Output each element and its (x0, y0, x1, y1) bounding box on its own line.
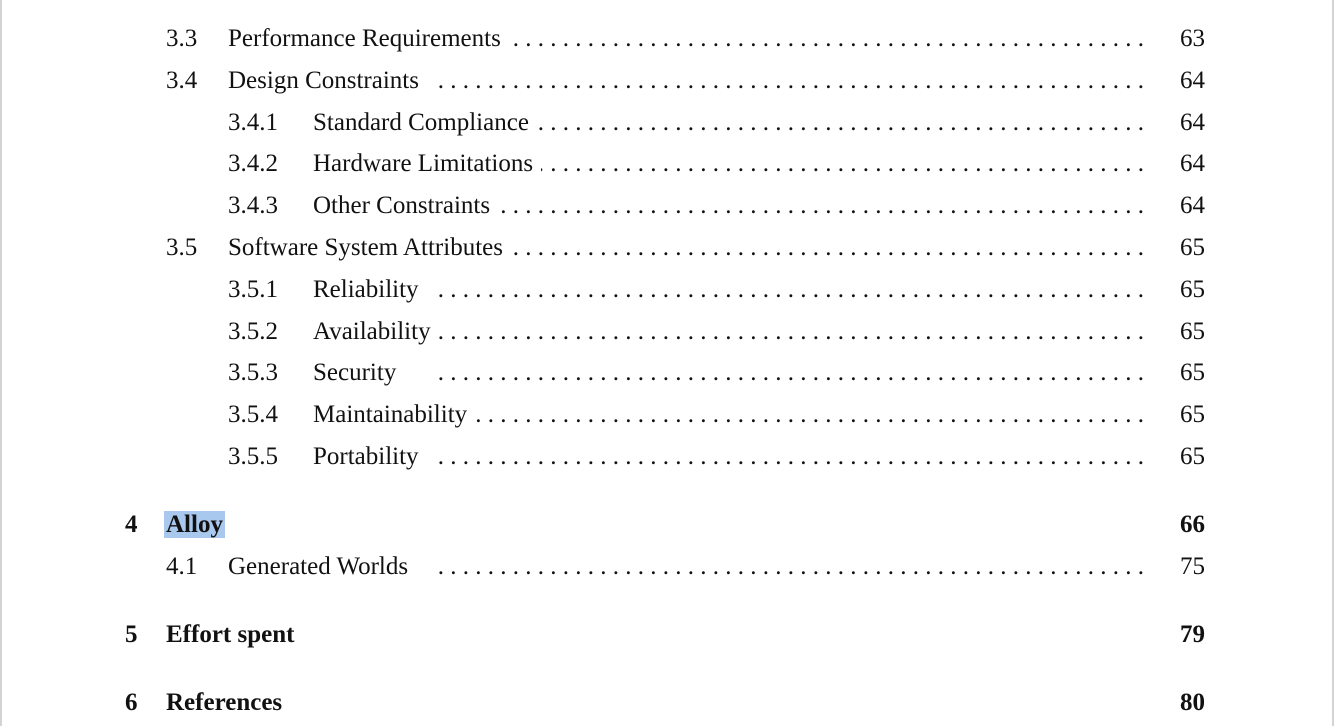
toc-entry-number: 3.5.5 (228, 443, 278, 470)
toc-entry-number: 3.5.2 (228, 318, 278, 345)
toc-chapter-page: 66 (1180, 511, 1205, 538)
toc-entry-page: 65 (1180, 276, 1205, 303)
toc-chapter-title[interactable]: Alloy (164, 509, 225, 541)
toc-entry-3-4[interactable]: 3.4 Design Constraints . . . . . . . . .… (0, 65, 1334, 97)
toc-entry-number: 3.4.3 (228, 192, 278, 219)
toc-chapter-6[interactable]: 6 References 80 (0, 687, 1334, 719)
toc-entry-3-5-4[interactable]: 3.5.4 Maintainability . . . . . . . . . … (0, 399, 1334, 431)
toc-entry-title[interactable]: Hardware Limitations (313, 148, 542, 180)
toc-entry-3-4-2[interactable]: 3.4.2 Hardware Limitations . . . . . . .… (0, 148, 1334, 180)
toc-entry-page: 65 (1180, 401, 1205, 428)
toc-entry-number: 3.4.2 (228, 150, 278, 177)
toc-chapter-page: 79 (1180, 621, 1205, 648)
toc-entry-number: 3.4.1 (228, 109, 278, 136)
toc-entry-3-5-1[interactable]: 3.5.1 Reliability . . . . . . . . . . . … (0, 274, 1334, 306)
toc-entry-4-1[interactable]: 4.1 Generated Worlds . . . . . . . . . .… (0, 551, 1334, 583)
toc-entry-page: 64 (1180, 109, 1205, 136)
toc-chapter-number: 6 (125, 689, 138, 716)
toc-entry-title[interactable]: Design Constraints (228, 65, 427, 97)
toc-entry-3-5-5[interactable]: 3.5.5 Portability . . . . . . . . . . . … (0, 441, 1334, 473)
toc-entry-title[interactable]: Availability (313, 316, 439, 348)
toc-entry-page: 64 (1180, 192, 1205, 219)
toc-entry-title[interactable]: Other Constraints (313, 190, 499, 222)
toc-entry-page: 65 (1180, 443, 1205, 470)
toc-chapter-title[interactable]: Effort spent (166, 619, 303, 651)
toc-chapter-number: 4 (125, 511, 138, 538)
dot-leader: . . . . . . . . . . . . . . . . . . . . … (437, 443, 1144, 470)
toc-entry-page: 63 (1180, 25, 1205, 52)
toc-entry-title[interactable]: Reliability (313, 274, 427, 306)
dot-leader: . . . . . . . . . . . . . . . . . . . . … (437, 359, 1144, 386)
toc-entry-3-4-1[interactable]: 3.4.1 Standard Compliance . . . . . . . … (0, 107, 1334, 139)
toc-chapter-4[interactable]: 4 Alloy 66 (0, 509, 1334, 541)
toc-entry-3-3[interactable]: 3.3 Performance Requirements . . . . . .… (0, 23, 1334, 55)
table-of-contents: 3.3 Performance Requirements . . . . . .… (0, 0, 1334, 726)
toc-entry-number: 4.1 (166, 553, 198, 580)
dot-leader: . . . . . . . . . . . . . . . . . . . . … (437, 276, 1144, 303)
toc-entry-page: 75 (1180, 553, 1205, 580)
toc-entry-page: 64 (1180, 150, 1205, 177)
toc-entry-number: 3.5.3 (228, 359, 278, 386)
toc-entry-title[interactable]: Performance Requirements (228, 23, 509, 55)
toc-entry-title[interactable]: Portability (313, 441, 427, 473)
toc-entry-number: 3.5.4 (228, 401, 278, 428)
text-selection-highlight[interactable]: Alloy (164, 511, 225, 538)
toc-entry-3-5-2[interactable]: 3.5.2 Availability . . . . . . . . . . .… (0, 316, 1334, 348)
toc-entry-number: 3.5 (166, 234, 198, 261)
toc-entry-title[interactable]: Generated Worlds (228, 551, 417, 583)
toc-entry-title[interactable]: Software System Attributes (228, 232, 511, 264)
toc-entry-3-5-3[interactable]: 3.5.3 Security . . . . . . . . . . . . .… (0, 357, 1334, 389)
toc-entry-title[interactable]: Maintainability (313, 399, 476, 431)
toc-entry-page: 64 (1180, 67, 1205, 94)
toc-entry-page: 65 (1180, 234, 1205, 261)
toc-chapter-5[interactable]: 5 Effort spent 79 (0, 619, 1334, 651)
toc-entry-page: 65 (1180, 359, 1205, 386)
toc-entry-title[interactable]: Standard Compliance (313, 107, 537, 139)
toc-entry-page: 65 (1180, 318, 1205, 345)
toc-entry-number: 3.4 (166, 67, 198, 94)
toc-entry-3-4-3[interactable]: 3.4.3 Other Constraints . . . . . . . . … (0, 190, 1334, 222)
toc-chapter-number: 5 (125, 621, 138, 648)
toc-entry-number: 3.3 (166, 25, 198, 52)
toc-chapter-page: 80 (1180, 689, 1205, 716)
toc-entry-title[interactable]: Security (313, 357, 405, 389)
toc-entry-number: 3.5.1 (228, 276, 278, 303)
toc-chapter-title[interactable]: References (166, 687, 291, 719)
toc-entry-3-5[interactable]: 3.5 Software System Attributes . . . . .… (0, 232, 1334, 264)
